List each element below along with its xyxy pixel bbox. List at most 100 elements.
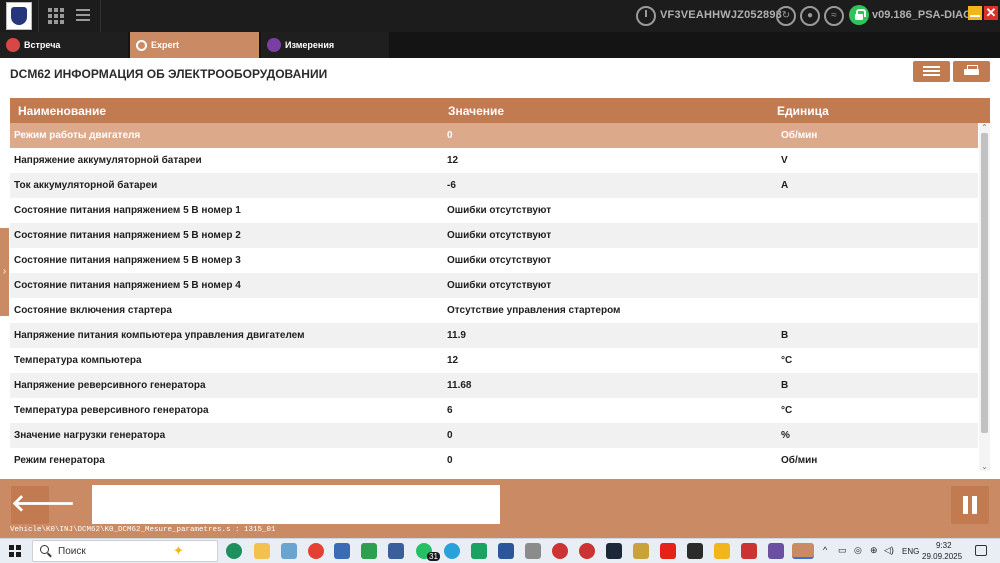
close-button[interactable]: ✕ xyxy=(984,6,998,20)
telegram-icon[interactable] xyxy=(444,543,460,559)
tab-meeting[interactable]: Встреча xyxy=(0,32,128,58)
cell-unit: °C xyxy=(781,405,793,416)
calculator-icon[interactable] xyxy=(388,543,404,559)
tab-label: Встреча xyxy=(24,40,61,50)
print-button[interactable] xyxy=(953,61,990,82)
table-row[interactable]: Ток аккумуляторной батареи -6 A xyxy=(10,173,978,198)
excel-icon[interactable] xyxy=(361,543,377,559)
cell-name: Состояние питания напряжением 5 В номер … xyxy=(14,230,241,241)
table-row[interactable]: Режим генератора 0 Об/мин xyxy=(10,448,978,471)
list-view-icon[interactable] xyxy=(76,8,92,24)
file-explorer-icon[interactable] xyxy=(254,543,270,559)
column-header-value[interactable]: Значение xyxy=(448,104,504,118)
table-row[interactable]: Температура реверсивного генератора 6 °C xyxy=(10,398,978,423)
table-row[interactable]: Напряжение питания компьютера управления… xyxy=(10,323,978,348)
chevron-up-icon[interactable]: ⌃ xyxy=(980,123,989,132)
pause-button[interactable] xyxy=(951,486,989,524)
cell-value: 0 xyxy=(447,455,453,466)
input-language[interactable]: ENG xyxy=(902,547,919,556)
peugeot-logo[interactable] xyxy=(6,2,32,30)
minimize-button[interactable] xyxy=(968,6,982,20)
globe-icon[interactable]: ⊕ xyxy=(870,545,878,556)
parameters-button[interactable] xyxy=(913,61,950,82)
column-header-unit[interactable]: Единица xyxy=(777,104,829,118)
network-icon[interactable]: ◎ xyxy=(854,545,862,556)
cell-unit: Об/мин xyxy=(781,455,818,466)
chrome-icon[interactable] xyxy=(308,543,324,559)
cell-value: 6 xyxy=(447,405,453,416)
app-icon[interactable] xyxy=(633,543,649,559)
table-row[interactable]: Состояние включения стартера Отсутствие … xyxy=(10,298,978,323)
tab-expert[interactable]: Expert xyxy=(130,32,259,58)
app-icon[interactable] xyxy=(334,543,350,559)
cell-name: Состояние питания напряжением 5 В номер … xyxy=(14,255,241,266)
divider xyxy=(38,0,39,32)
power-icon[interactable] xyxy=(636,6,656,26)
app-icon[interactable] xyxy=(525,543,541,559)
taskbar-search[interactable]: Поиск ✦ xyxy=(32,540,218,562)
app-icon[interactable] xyxy=(768,543,784,559)
table-body: Режим работы двигателя 0 Об/мин Напряжен… xyxy=(10,123,978,471)
clock-time[interactable]: 9:32 xyxy=(936,541,952,550)
diag-app-taskbar-icon[interactable] xyxy=(792,543,814,559)
app-icon[interactable] xyxy=(281,543,297,559)
list-settings-icon xyxy=(923,66,940,76)
tab-measurements[interactable]: Измерения xyxy=(261,32,389,58)
cell-value: 11.9 xyxy=(447,330,466,341)
app-icon[interactable] xyxy=(498,543,514,559)
cell-value: Ошибки отсутствуют xyxy=(447,255,552,266)
divider xyxy=(100,0,101,32)
refresh-icon[interactable]: ↻ xyxy=(776,6,796,26)
tab-label: Expert xyxy=(151,40,180,50)
cell-name: Состояние питания напряжением 5 В номер … xyxy=(14,280,241,291)
search-placeholder: Поиск xyxy=(58,546,86,557)
cell-value: 12 xyxy=(447,355,459,366)
app-icon[interactable] xyxy=(714,543,730,559)
youtube-icon[interactable] xyxy=(660,543,676,559)
gears-icon xyxy=(136,39,147,51)
wifi-icon[interactable]: ≈ xyxy=(824,6,844,26)
grid-view-icon[interactable] xyxy=(48,8,64,24)
table-row[interactable]: Значение нагрузки генератора 0 % xyxy=(10,423,978,448)
app-icon[interactable] xyxy=(687,543,703,559)
table-row[interactable]: Состояние питания напряжением 5 В номер … xyxy=(10,248,978,273)
column-header-name[interactable]: Наименование xyxy=(18,104,106,118)
clock-date[interactable]: 29.09.2025 xyxy=(922,552,962,561)
chevron-up-icon[interactable]: ^ xyxy=(823,545,827,555)
app-icon[interactable] xyxy=(579,543,595,559)
house-icon xyxy=(6,38,20,52)
steam-icon[interactable] xyxy=(606,543,622,559)
table-row[interactable]: Напряжение реверсивного генератора 11.68… xyxy=(10,373,978,398)
table-row[interactable]: Состояние питания напряжением 5 В номер … xyxy=(10,273,978,298)
volume-icon[interactable]: ◁) xyxy=(884,545,894,556)
cell-value: 11.68 xyxy=(447,380,472,391)
side-panel-toggle[interactable]: › xyxy=(0,228,9,316)
table-row[interactable]: Режим работы двигателя 0 Об/мин xyxy=(10,123,978,148)
table-row[interactable]: Напряжение аккумуляторной батареи 12 V xyxy=(10,148,978,173)
battery-icon[interactable]: ▭ xyxy=(838,545,847,556)
version-label: v09.186_PSA-DIAG xyxy=(872,9,972,21)
back-button[interactable]: 🡐 xyxy=(11,486,75,524)
cell-name: Температура реверсивного генератора xyxy=(14,405,209,416)
edge-icon[interactable] xyxy=(226,543,242,559)
cell-value: Отсутствие управления стартером xyxy=(447,305,621,316)
table-row[interactable]: Температура компьютера 12 °C xyxy=(10,348,978,373)
diag-app-window: VF3VEAHHWJZ052893 ↻ ● ≈ v09.186_PSA-DIAG… xyxy=(0,0,1000,563)
lock-icon[interactable] xyxy=(849,5,869,25)
scrollbar-thumb[interactable] xyxy=(981,133,988,433)
windows-start-icon[interactable] xyxy=(9,545,21,557)
parameters-table: Наименование Значение Единица Режим рабо… xyxy=(10,98,990,471)
cell-unit: V xyxy=(781,155,788,166)
app-icon[interactable] xyxy=(471,543,487,559)
tab-bar: Встреча Expert Измерения xyxy=(0,32,1000,58)
cell-unit: Об/мин xyxy=(781,130,818,141)
table-row[interactable]: Состояние питания напряжением 5 В номер … xyxy=(10,198,978,223)
table-scrollbar[interactable]: ⌃ ⌄ xyxy=(979,123,990,471)
chevron-down-icon[interactable]: ⌄ xyxy=(980,462,989,471)
user-icon[interactable]: ● xyxy=(800,6,820,26)
filezilla-icon[interactable] xyxy=(741,543,757,559)
table-row[interactable]: Состояние питания напряжением 5 В номер … xyxy=(10,223,978,248)
notifications-icon[interactable] xyxy=(975,545,987,556)
cell-value: Ошибки отсутствуют xyxy=(447,280,552,291)
app-icon[interactable] xyxy=(552,543,568,559)
